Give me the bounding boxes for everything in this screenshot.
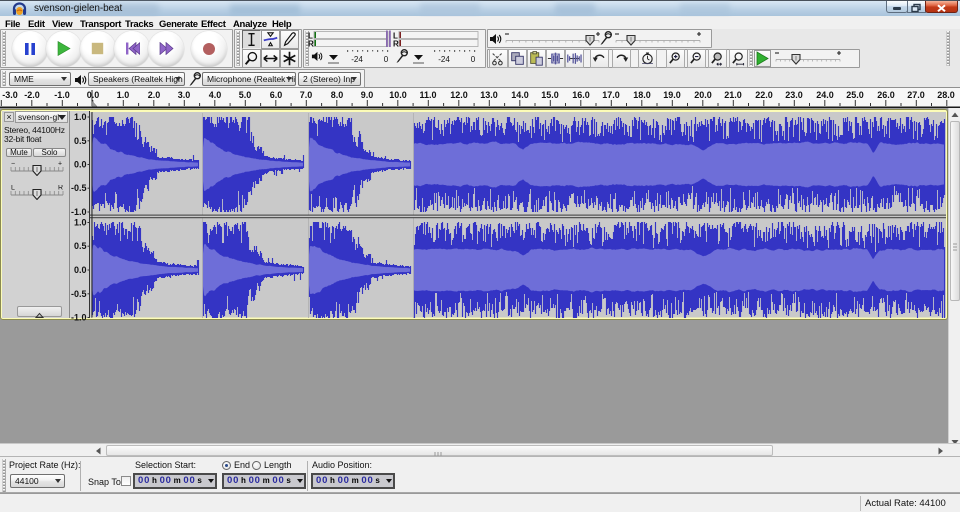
svg-text:-1.0: -1.0: [71, 207, 87, 217]
svg-text:0.0: 0.0: [74, 265, 87, 275]
svg-text:1.0: 1.0: [74, 112, 87, 122]
svg-text:-1.0: -1.0: [71, 313, 87, 323]
svg-text:0.0: 0.0: [74, 160, 87, 170]
svg-text:L: L: [11, 185, 15, 192]
svg-text:0.5: 0.5: [74, 241, 87, 251]
svg-text:−: −: [11, 161, 15, 168]
svg-text:1.0: 1.0: [74, 218, 87, 228]
svg-text:0.5: 0.5: [74, 136, 87, 146]
svg-text:R: R: [58, 185, 63, 192]
svg-text:-0.5: -0.5: [71, 183, 87, 193]
svg-text:+: +: [58, 161, 62, 168]
svg-text:-0.5: -0.5: [71, 289, 87, 299]
